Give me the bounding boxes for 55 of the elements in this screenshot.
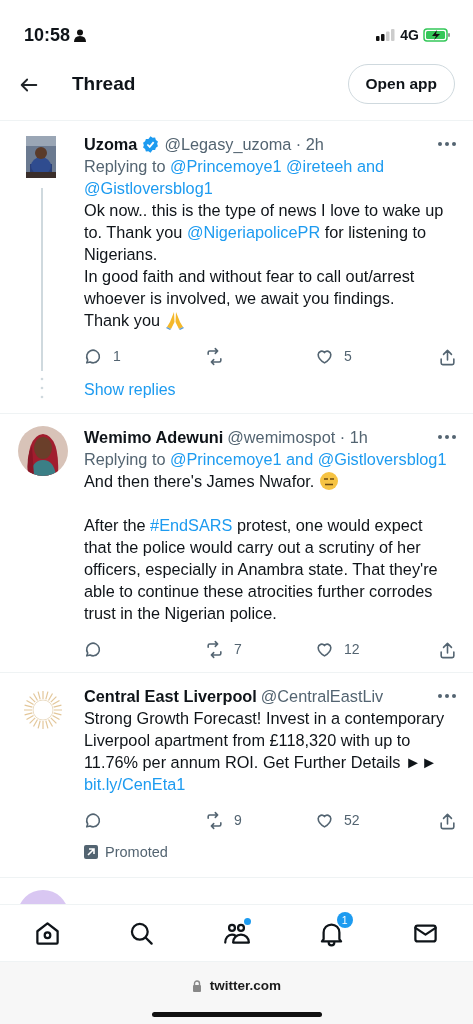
home-icon: [33, 919, 61, 947]
battery-charging-icon: [423, 28, 451, 42]
reply-icon: [84, 346, 103, 366]
retweet-icon: [205, 810, 224, 830]
author-handle: @CentralEastLiv: [260, 686, 384, 707]
more-options-icon[interactable]: [437, 693, 457, 699]
author-handle: @Legasy_uzoma · 2h: [164, 134, 324, 155]
retweet-count: 9: [234, 811, 242, 830]
reply-button[interactable]: 1: [84, 345, 205, 367]
signal-icon: [376, 29, 397, 41]
more-options-icon[interactable]: [437, 141, 457, 147]
promoted-label: Promoted: [105, 843, 168, 862]
tweet-text: In good faith and without fear to call out/arrest whoever is involved, we await you findings.: [84, 266, 416, 309]
status-time: 10:58: [24, 23, 71, 47]
page-title: Thread: [72, 71, 136, 96]
replying-to-text: Replying to @Princemoye1 and @Gistloversblog1: [84, 449, 448, 470]
retweet-icon: [205, 346, 224, 366]
retweet-button[interactable]: 9: [205, 809, 315, 831]
author-handle: @wemimospot · 1h: [227, 427, 368, 448]
mention-link[interactable]: @NigeriapolicePR: [186, 223, 321, 241]
like-button[interactable]: 5: [315, 345, 436, 367]
share-icon: [438, 640, 457, 660]
tweet-text: Ok now.. this is the type of news I love to wake up to. Thank you @NigeriapolicePR for listening to Nigerians.: [84, 200, 445, 265]
lock-icon: [191, 980, 202, 993]
reply-icon: [84, 810, 103, 830]
open-app-button[interactable]: Open app: [347, 64, 455, 104]
promoted-icon: [84, 845, 98, 859]
share-icon: [438, 811, 457, 831]
notification-count: 1: [336, 911, 353, 928]
like-count: 5: [344, 347, 352, 366]
tweet-text: And then there's James Nwafor.: [84, 470, 457, 492]
network-label: 4G: [400, 25, 419, 45]
url-text[interactable]: twitter.com: [209, 976, 282, 997]
show-replies-link[interactable]: Show replies: [84, 379, 176, 401]
person-icon: [74, 28, 87, 42]
author-name: Uzoma: [84, 134, 138, 155]
more-options-icon[interactable]: [437, 434, 457, 440]
author-name: Wemimo Adewuni: [84, 427, 224, 448]
tweet-text: Thank you: [84, 309, 457, 331]
like-button[interactable]: 52: [315, 809, 436, 831]
author-name: Central East Liverpool: [84, 686, 257, 707]
like-button[interactable]: 12: [315, 638, 436, 660]
like-count: 52: [344, 811, 360, 830]
like-count: 12: [344, 640, 360, 659]
praying-hands-icon: [164, 310, 185, 330]
share-icon: [438, 347, 457, 367]
tweet-text: After the #EndSARS protest, one would expect that the police would carry out a scrutiny of her officers, especially in Anambra state. That they're able to continue these atrocities further corrodes trust in the Nigerian police.: [84, 515, 439, 624]
retweet-icon: [205, 639, 224, 659]
retweet-button[interactable]: 7: [205, 638, 315, 660]
reply-icon: [84, 639, 103, 659]
replying-to-text: Replying to @Princemoye1 @ireteeh and @Gistloversblog1: [84, 156, 386, 199]
retweet-count: 7: [234, 640, 242, 659]
reply-count: 1: [113, 347, 121, 366]
expressionless-face-icon: [318, 471, 339, 491]
tweet-text: Strong Growth Forecast! Invest in a contemporary Liverpool apartment from £118,320 with up to 11.76% per annum ROI. Get Further Details ►►: [84, 708, 446, 773]
